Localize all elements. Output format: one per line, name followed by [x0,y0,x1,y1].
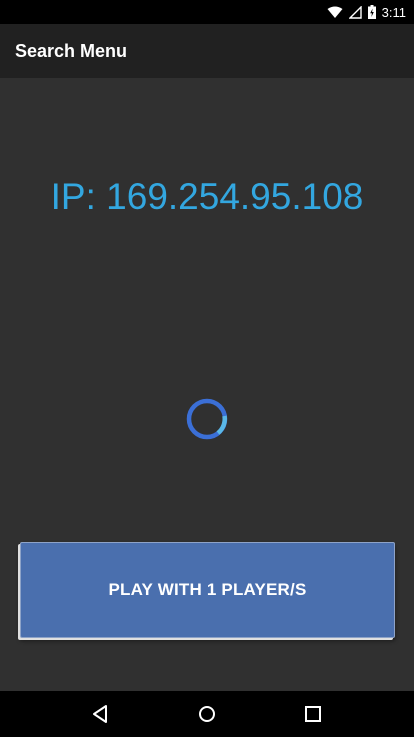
recents-icon [305,706,321,722]
page-title: Search Menu [15,40,128,61]
wifi-icon [327,6,343,19]
signal-icon [348,5,362,19]
home-icon [199,706,215,722]
back-icon [93,705,107,723]
navigation-bar [0,691,414,737]
loading-spinner [186,398,228,440]
main-content: IP: 169.254.95.108 PLAY WITH 1 PLAYER/S [0,78,414,691]
battery-charging-icon [367,5,376,19]
play-button-label: PLAY WITH 1 PLAYER/S [108,580,307,599]
home-button[interactable] [187,694,227,734]
status-time: 3:11 [381,4,406,20]
ip-address-label: IP: 169.254.95.108 [50,176,364,217]
app-bar: Search Menu [0,24,414,78]
status-bar: 3:11 [0,0,414,24]
recents-button[interactable] [293,694,333,734]
play-button[interactable]: PLAY WITH 1 PLAYER/S [20,542,395,638]
back-button[interactable] [81,694,121,734]
